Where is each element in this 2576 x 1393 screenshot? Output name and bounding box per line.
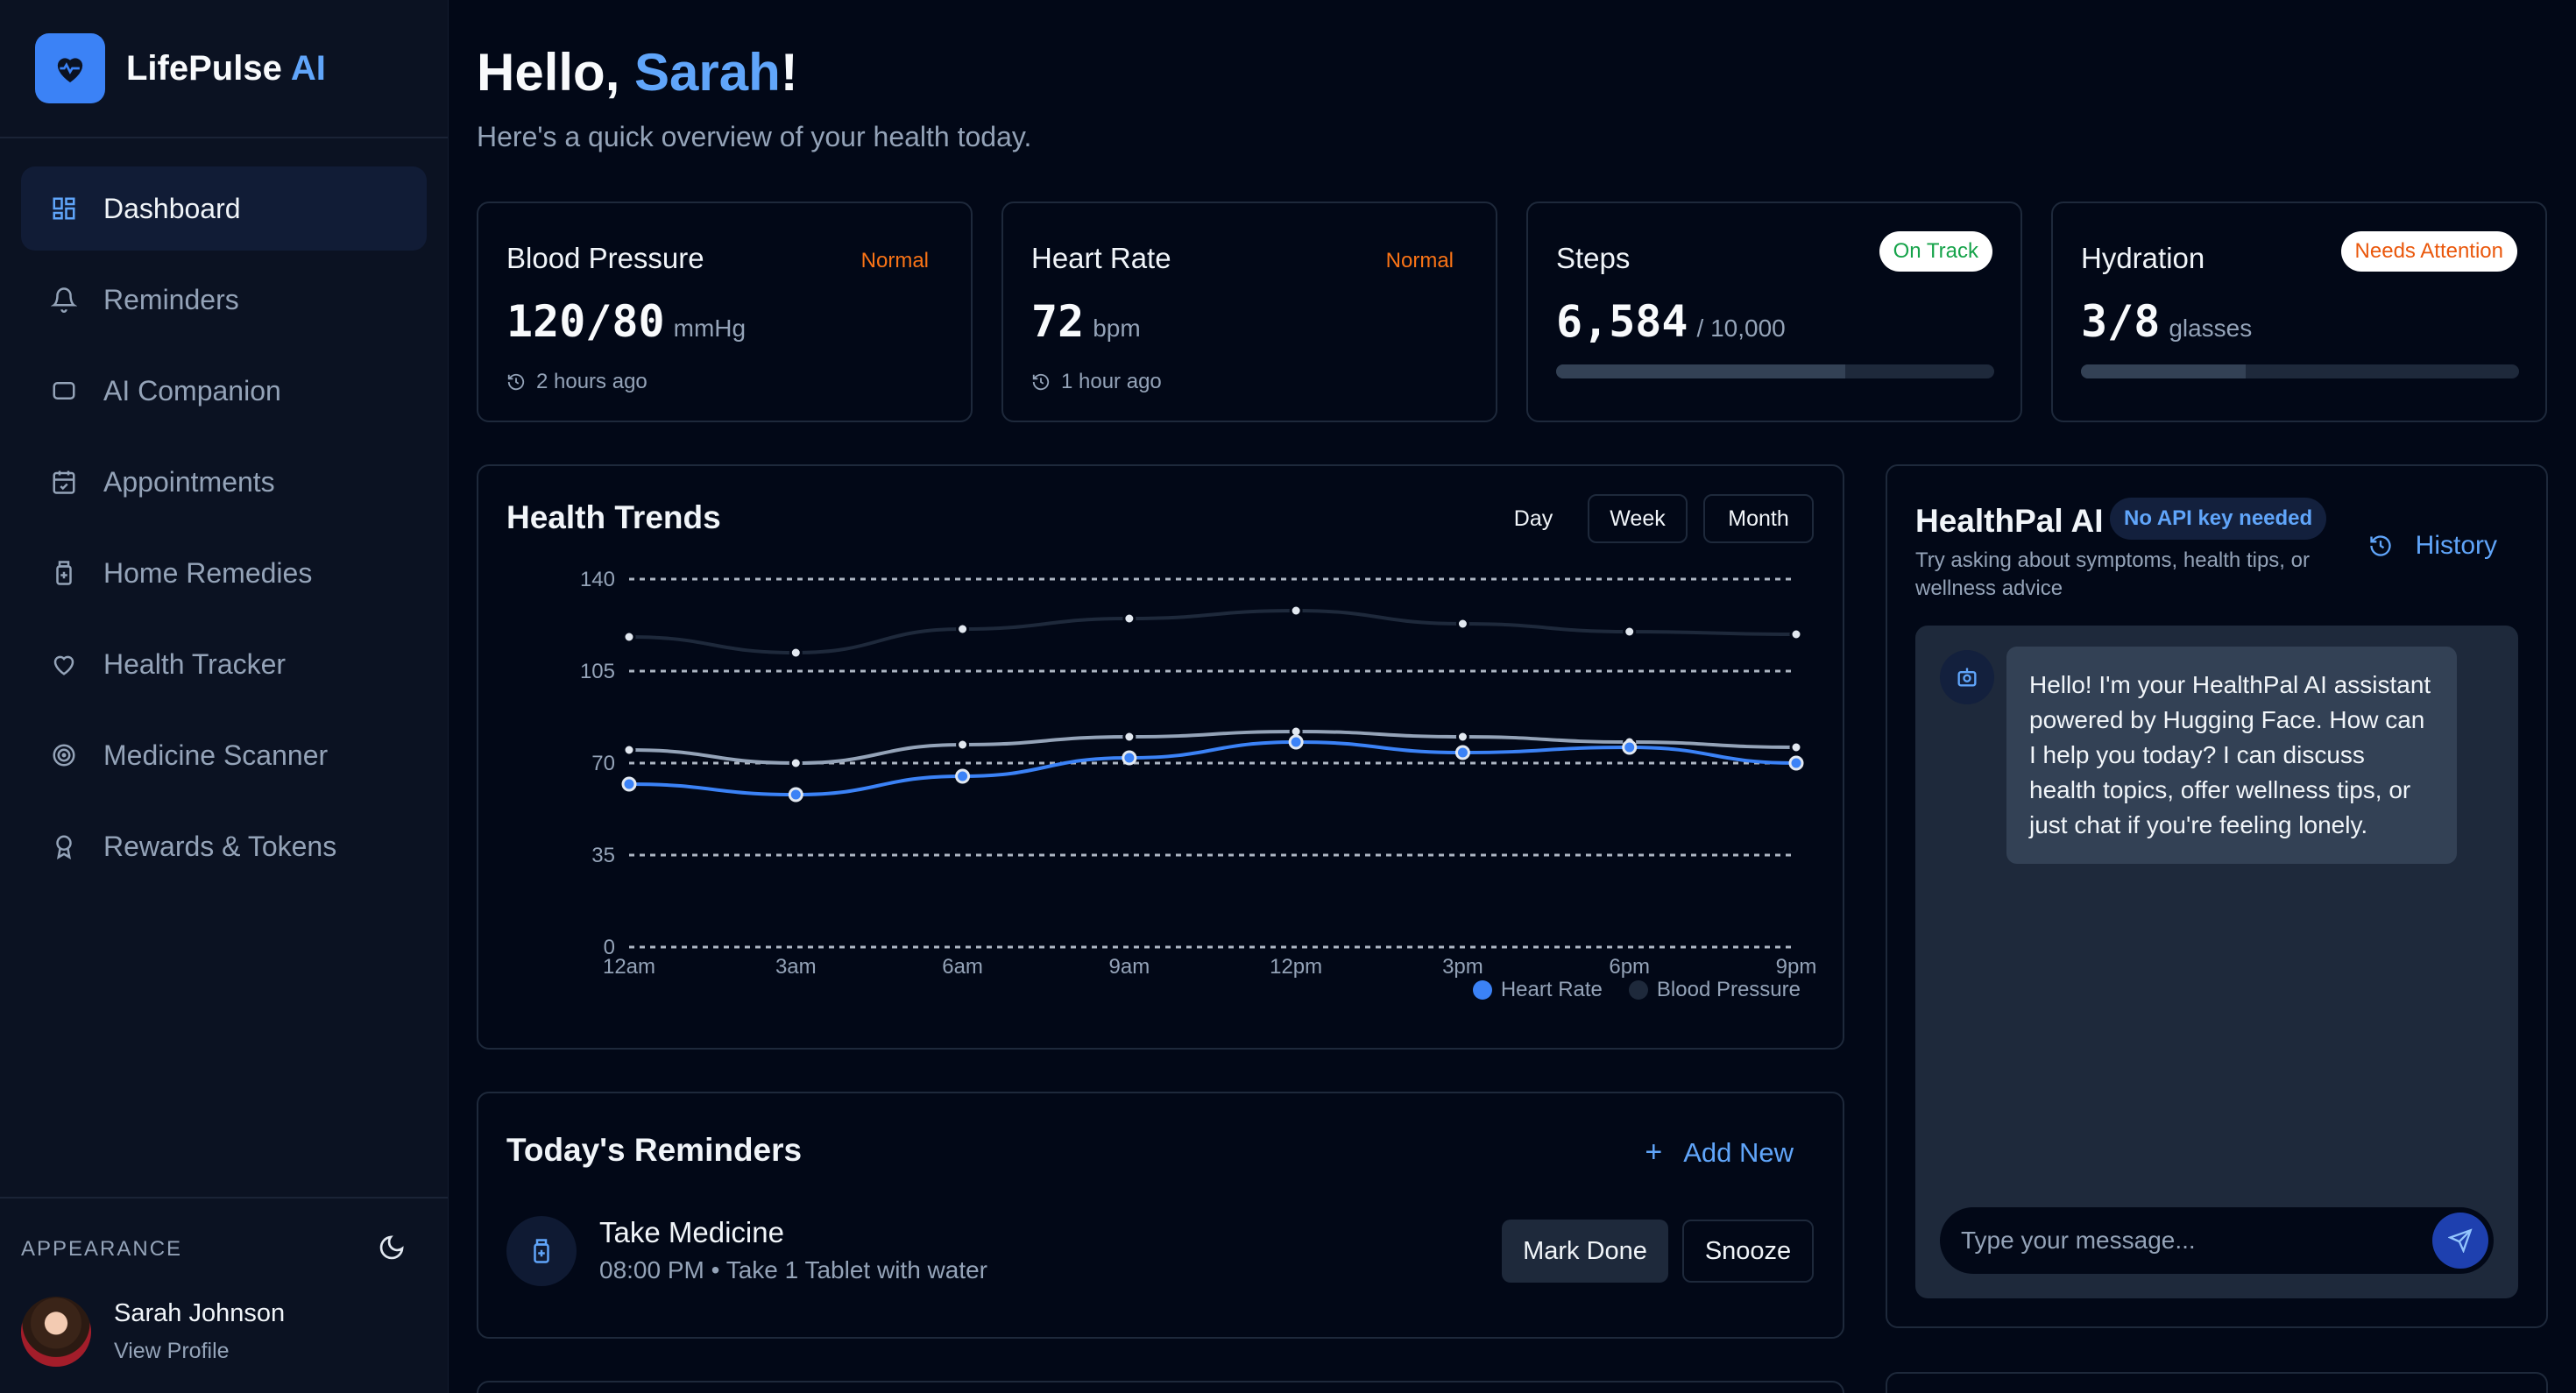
next-side-card	[1886, 1372, 2548, 1393]
heart-rate-point	[1288, 734, 1304, 750]
heart-rate-point	[1454, 745, 1470, 760]
series-2-point	[1122, 730, 1136, 744]
chat-messages-panel: Hello! I'm your HealthPal AI assistant p…	[1915, 626, 2518, 1298]
blood-pressure-point	[956, 622, 970, 636]
legend-label: Blood Pressure	[1656, 978, 1801, 1001]
status-badge: No API key needed	[2110, 498, 2327, 540]
chat-input-bar	[1940, 1207, 2494, 1274]
snooze-button[interactable]: Snooze	[1682, 1220, 1814, 1283]
x-tick-label: 3am	[775, 955, 817, 979]
reminder-title: Take Medicine	[599, 1216, 784, 1248]
chat-message-input[interactable]	[1961, 1227, 2434, 1255]
legend-swatch	[1472, 980, 1492, 1000]
legend-item: Blood Pressure	[1628, 978, 1801, 1002]
healthpal-chat-card: HealthPal AI No API key needed Try askin…	[1886, 464, 2548, 1328]
series-2-point	[956, 738, 970, 752]
x-tick-label: 12pm	[1270, 955, 1322, 979]
pill-bottle-icon	[506, 1216, 577, 1286]
blood-pressure-point	[1455, 617, 1469, 631]
history-icon	[2369, 535, 2391, 556]
heart-rate-line	[628, 739, 1797, 797]
y-tick-label: 105	[580, 660, 615, 683]
send-button[interactable]	[2432, 1213, 2488, 1269]
plus-icon: +	[1645, 1135, 1663, 1169]
chat-subtitle: Try asking about symptoms, health tips, …	[1915, 548, 2310, 600]
send-icon	[2448, 1228, 2473, 1253]
history-button[interactable]: History	[2368, 531, 2497, 561]
heart-rate-point	[955, 768, 971, 784]
chart-legend: Heart Rate Blood Pressure	[1447, 978, 1801, 1002]
x-tick-label: 3pm	[1442, 955, 1483, 979]
bot-icon	[1940, 650, 1994, 704]
y-tick-label: 70	[591, 752, 615, 775]
heart-rate-point	[621, 776, 637, 792]
legend-swatch	[1628, 980, 1648, 1000]
blood-pressure-line	[628, 608, 1797, 655]
reminders-card: Today's Reminders + Add New Take Medicin…	[477, 1092, 1844, 1339]
series-2-point	[1455, 730, 1469, 744]
add-reminder-button[interactable]: + Add New	[1645, 1135, 1794, 1170]
y-tick-label: 35	[591, 844, 615, 867]
x-tick-label: 9am	[1109, 955, 1150, 979]
reminders-title: Today's Reminders	[506, 1132, 803, 1168]
mark-done-button[interactable]: Mark Done	[1502, 1220, 1668, 1283]
heart-rate-point	[788, 787, 803, 803]
y-tick-label: 140	[580, 568, 615, 591]
bot-message: Hello! I'm your HealthPal AI assistant p…	[2006, 647, 2457, 864]
blood-pressure-point	[622, 630, 636, 644]
blood-pressure-point	[1122, 612, 1136, 626]
blood-pressure-point	[789, 646, 803, 660]
series-2-point	[622, 743, 636, 757]
heart-rate-point	[1122, 750, 1137, 766]
next-section-card	[477, 1381, 1844, 1393]
add-new-label: Add New	[1683, 1136, 1794, 1168]
x-tick-label: 6pm	[1609, 955, 1650, 979]
series-2-point	[1789, 740, 1803, 754]
series-2-point	[789, 756, 803, 770]
blood-pressure-point	[1623, 625, 1637, 639]
blood-pressure-point	[1289, 604, 1303, 618]
blood-pressure-point	[1789, 627, 1803, 641]
legend-item: Heart Rate	[1472, 978, 1603, 1002]
heart-rate-point	[1622, 739, 1638, 755]
legend-label: Heart Rate	[1500, 978, 1603, 1001]
x-tick-label: 6am	[942, 955, 983, 979]
chat-title: HealthPal AI	[1915, 503, 2104, 539]
x-tick-label: 9pm	[1776, 955, 1817, 979]
history-label: History	[2415, 531, 2497, 560]
reminder-subtitle: 08:00 PM • Take 1 Tablet with water	[599, 1256, 988, 1283]
heart-rate-point	[1788, 755, 1804, 771]
x-tick-label: 12am	[603, 955, 655, 979]
